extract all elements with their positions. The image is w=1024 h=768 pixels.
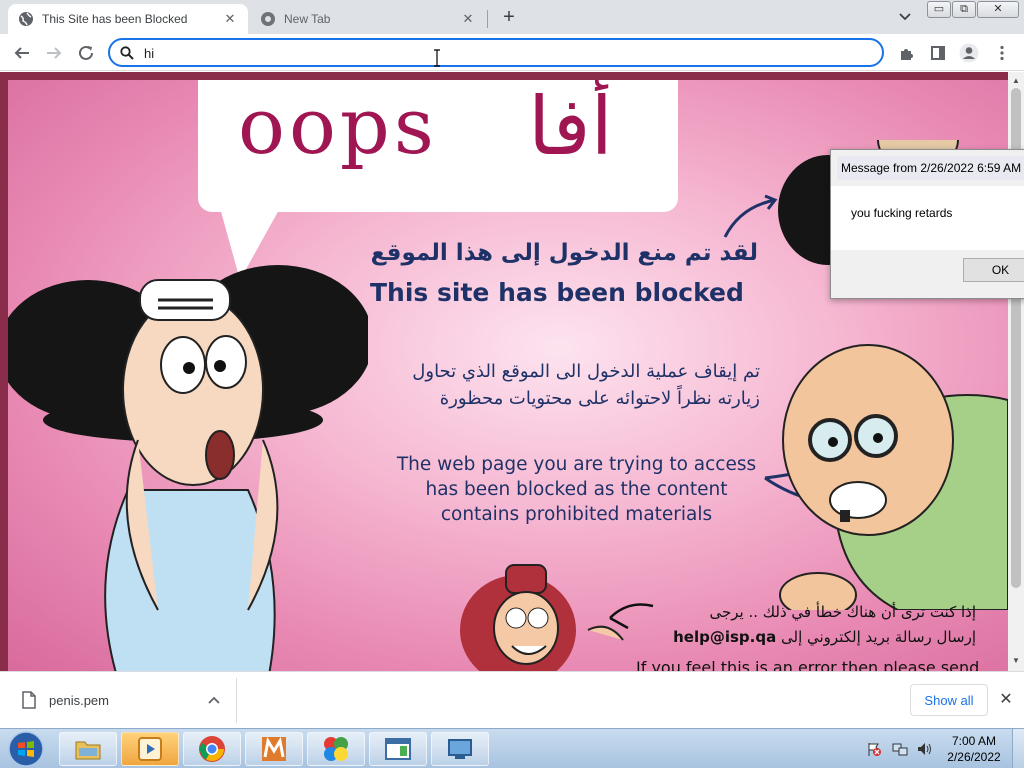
red-hair-man-cartoon-icon	[460, 564, 624, 671]
explorer-folder-icon[interactable]	[59, 732, 117, 766]
blocked-message-arabic: تم إيقاف عملية الدخول الى الموقع الذي تح…	[412, 361, 760, 409]
clock-date[interactable]: 2/26/2022	[944, 750, 1004, 764]
tab-close-icon[interactable]: ✕	[460, 11, 476, 27]
address-bar[interactable]	[108, 38, 884, 67]
new-tab-button[interactable]: +	[498, 6, 520, 28]
dialog-message: you fucking retards	[851, 206, 953, 220]
start-orb-icon[interactable]	[4, 730, 48, 768]
window-minimize-button[interactable]: ▭	[927, 1, 951, 18]
contact-line-arabic: help@isp.qa إرسال رسالة بريد إلكتروني إل…	[608, 628, 976, 646]
download-file-name: penis.pem	[49, 693, 109, 708]
reload-icon[interactable]	[74, 41, 98, 65]
side-panel-icon[interactable]	[926, 41, 950, 65]
ok-button[interactable]: OK	[963, 258, 1024, 282]
download-bar: penis.pem Show all ✕	[0, 671, 1024, 728]
m-app-icon[interactable]	[245, 732, 303, 766]
show-desktop-button[interactable]	[1012, 729, 1024, 768]
tab-separator	[487, 10, 488, 28]
window-app-icon[interactable]	[369, 732, 427, 766]
dialog-body: you fucking retards	[831, 186, 1024, 250]
tab-title: New Tab	[284, 12, 331, 26]
blocked-heading: This site has been blocked	[370, 278, 744, 307]
chevron-up-icon[interactable]	[206, 693, 222, 709]
chrome-icon	[260, 11, 276, 27]
blocked-heading-arabic: لقد تم منع الدخول إلى هذا الموقع	[370, 240, 758, 266]
text-cursor-icon	[433, 49, 440, 67]
tab-strip: This Site has been Blocked ✕ New Tab ✕ +…	[0, 0, 1024, 34]
scroll-down-arrow-icon[interactable]: ▼	[1012, 656, 1020, 665]
remote-desktop-icon[interactable]	[431, 732, 489, 766]
tab-new-tab[interactable]: New Tab ✕	[250, 4, 486, 34]
address-input[interactable]	[144, 44, 844, 62]
scroll-up-arrow-icon[interactable]: ▲	[1012, 76, 1020, 85]
message-dialog: Message from 2/26/2022 6:59 AM you fucki…	[830, 149, 1024, 299]
window-restore-button[interactable]: ⧉	[952, 1, 976, 18]
contact-email-link[interactable]: help@isp.qa	[673, 628, 776, 646]
kebab-menu-icon[interactable]	[990, 41, 1014, 65]
download-divider	[236, 678, 237, 723]
tab-title: This Site has been Blocked	[42, 12, 188, 26]
puzzle-app-icon[interactable]	[307, 732, 365, 766]
tab-blocked-site[interactable]: This Site has been Blocked ✕	[8, 4, 248, 34]
forward-arrow-icon[interactable]	[42, 41, 66, 65]
screaming-man-cartoon-icon	[8, 265, 368, 671]
extensions-puzzle-icon[interactable]	[895, 41, 919, 65]
network-icon[interactable]	[892, 741, 908, 757]
system-tray	[862, 735, 942, 763]
window-close-button[interactable]: ✕	[977, 1, 1019, 18]
profile-icon[interactable]	[957, 41, 981, 65]
download-bar-close-icon[interactable]: ✕	[996, 690, 1016, 710]
chrome-icon[interactable]	[183, 732, 241, 766]
action-center-flag-icon[interactable]	[866, 741, 882, 757]
oops-heading-arabic: أفا	[528, 80, 613, 173]
curved-arrow-icon	[723, 194, 778, 238]
file-icon	[22, 691, 36, 712]
contact-text: If you feel this is an error then please…	[636, 658, 980, 671]
oops-heading: oops	[238, 82, 438, 172]
contact-text-arabic: إذا كنت ترى أن هناك خطأ في ذلك .. يرجى	[709, 603, 976, 621]
media-player-icon[interactable]	[121, 732, 179, 766]
volume-icon[interactable]	[916, 741, 932, 757]
blocked-message: The web page you are trying to access ha…	[396, 454, 757, 525]
globe-icon	[18, 11, 34, 27]
browser-toolbar	[0, 34, 1024, 71]
back-arrow-icon[interactable]	[10, 41, 34, 65]
taskbar: 7:00 AM 2/26/2022	[0, 728, 1024, 768]
tab-close-icon[interactable]: ✕	[222, 11, 238, 27]
download-item[interactable]: penis.pem	[12, 680, 234, 720]
dialog-title: Message from 2/26/2022 6:59 AM	[841, 161, 1022, 175]
show-all-button[interactable]: Show all	[910, 684, 988, 716]
tab-search-chevron-icon[interactable]	[896, 8, 914, 26]
search-icon	[120, 46, 134, 63]
clock-time[interactable]: 7:00 AM	[944, 734, 1004, 748]
contact-text-arabic-2: إرسال رسالة بريد إلكتروني إلى	[781, 628, 976, 646]
